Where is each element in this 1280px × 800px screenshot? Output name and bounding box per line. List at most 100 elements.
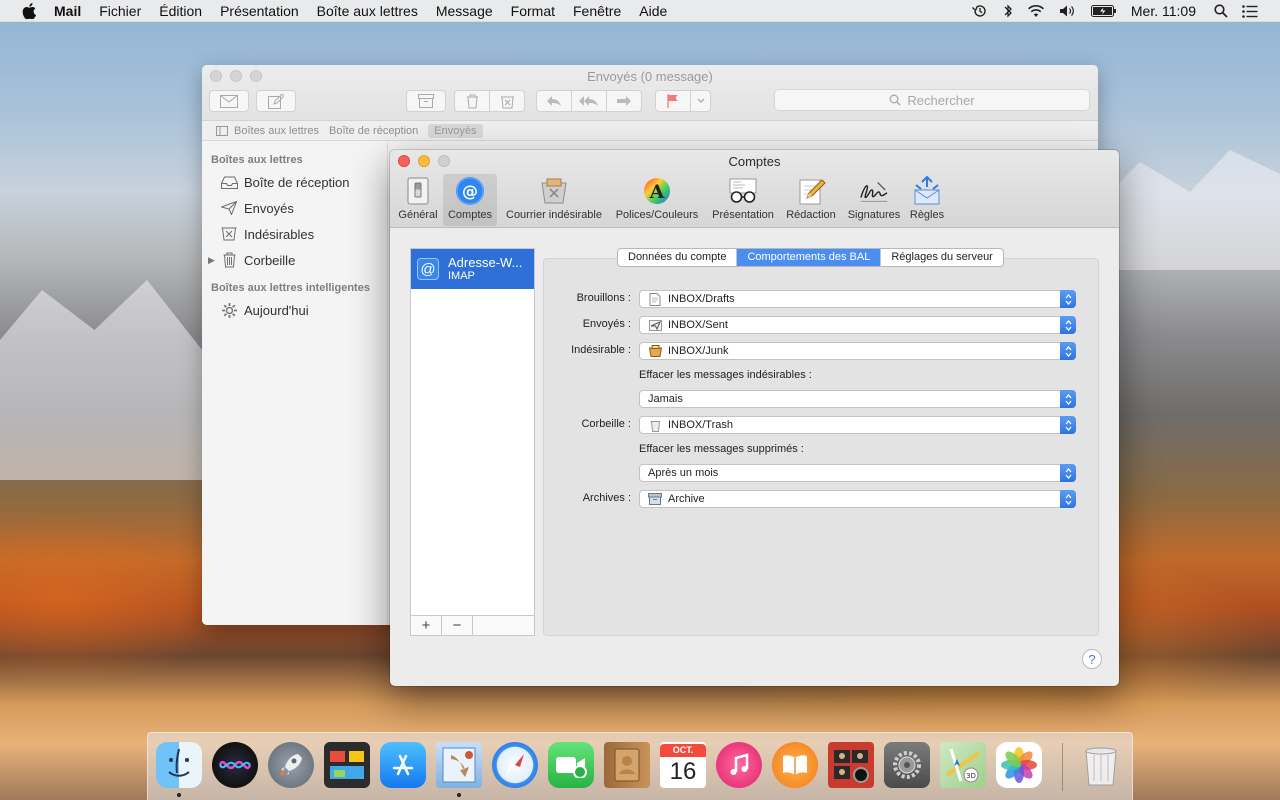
mountain-snow-left [0, 280, 210, 480]
tab-mailbox-behaviors[interactable]: Comportements des BAL [737, 249, 882, 266]
trash-erase-popup[interactable]: Après un mois [639, 464, 1076, 482]
menu-fenetre[interactable]: Fenêtre [573, 3, 621, 19]
add-account-button[interactable]: + [411, 616, 442, 635]
svg-text:@: @ [462, 182, 478, 201]
battery-icon[interactable] [1090, 5, 1117, 17]
popup-arrows-icon [1060, 390, 1076, 408]
facetime-icon[interactable] [548, 742, 594, 788]
archive-box-icon [418, 94, 434, 108]
fav-mailboxes[interactable]: Boîtes aux lettres [234, 125, 319, 137]
tab-server-settings[interactable]: Réglages du serveur [881, 249, 1003, 266]
gear-icon [220, 301, 238, 319]
mail-search-field[interactable]: Rechercher [774, 89, 1090, 111]
delete-button[interactable] [454, 90, 490, 112]
menu-presentation[interactable]: Présentation [220, 3, 299, 19]
contacts-icon[interactable] [604, 742, 650, 788]
account-type: IMAP [448, 270, 475, 282]
finder-icon[interactable] [156, 742, 202, 788]
mail-running-indicator [457, 793, 461, 797]
menubar-clock[interactable]: Mer. 11:09 [1131, 3, 1196, 19]
junk-basket-icon [648, 345, 662, 358]
drafts-row: Brouillons : INBOX/Drafts [543, 290, 1099, 310]
paper-plane-icon [220, 199, 238, 217]
tab-rules[interactable]: Règles [906, 174, 948, 226]
volume-icon[interactable] [1059, 4, 1077, 18]
preferences-window: Comptes Général @ Comptes Courrier indés… [390, 150, 1119, 686]
tab-signatures[interactable]: Signatures [844, 174, 904, 226]
tab-rules-label: Règles [909, 209, 945, 221]
drafts-popup[interactable]: INBOX/Drafts [639, 290, 1076, 308]
chevron-down-icon [697, 98, 704, 103]
archive-popup[interactable]: Archive [639, 490, 1076, 508]
compose-button[interactable] [256, 90, 296, 112]
menu-edition[interactable]: Édition [159, 3, 202, 19]
menu-aide[interactable]: Aide [639, 3, 667, 19]
calendar-day: 16 [669, 757, 697, 785]
sidebar-item-junk[interactable]: Indésirables [202, 221, 387, 247]
system-preferences-icon[interactable] [884, 742, 930, 788]
sidebar-item-trash[interactable]: ▶ Corbeille [202, 247, 387, 273]
sidebar-item-inbox[interactable]: Boîte de réception [202, 169, 387, 195]
app-store-icon[interactable] [380, 742, 426, 788]
remove-account-button[interactable]: − [442, 616, 473, 635]
help-button[interactable]: ? [1082, 649, 1102, 669]
junk-button[interactable] [489, 90, 525, 112]
mission-control-icon[interactable] [324, 742, 370, 788]
safari-icon[interactable] [492, 742, 538, 788]
junk-popup[interactable]: INBOX/Junk [639, 342, 1076, 360]
tab-junk-mail[interactable]: Courrier indésirable [499, 174, 609, 226]
pencil-paper-icon [796, 176, 826, 206]
archive-button[interactable] [406, 90, 446, 112]
dock: OCT. 16 3D [147, 732, 1133, 800]
archive-label: Archives : [582, 492, 631, 504]
tab-composing[interactable]: Rédaction [782, 174, 840, 226]
finder-running-indicator [177, 793, 181, 797]
sidebar-item-label: Envoyés [244, 200, 294, 216]
tab-viewing[interactable]: Présentation [706, 174, 780, 226]
search-icon [889, 94, 901, 106]
get-mail-button[interactable] [209, 90, 249, 112]
ibooks-icon[interactable] [772, 742, 818, 788]
trash-dock-icon[interactable] [1078, 742, 1124, 788]
account-row-selected[interactable]: @ Adresse-W... IMAP [411, 249, 534, 289]
sent-popup[interactable]: INBOX/Sent [639, 316, 1076, 334]
menu-boite-aux-lettres[interactable]: Boîte aux lettres [317, 3, 418, 19]
tab-fonts-colors[interactable]: A Polices/Couleurs [611, 174, 703, 226]
photo-booth-icon[interactable] [828, 742, 874, 788]
menu-format[interactable]: Format [511, 3, 555, 19]
sidebar-item-sent[interactable]: Envoyés [202, 195, 387, 221]
fav-inbox[interactable]: Boîte de réception [329, 125, 418, 137]
calendar-icon[interactable]: OCT. 16 [660, 742, 706, 788]
compose-icon [268, 93, 284, 109]
reply-button[interactable] [536, 90, 572, 112]
flag-icon [667, 94, 678, 108]
apple-menu-icon[interactable] [20, 0, 38, 22]
tab-general[interactable]: Général [396, 174, 440, 226]
tab-accounts[interactable]: @ Comptes [443, 174, 497, 226]
wifi-icon[interactable] [1027, 4, 1045, 18]
menu-app-name[interactable]: Mail [54, 3, 81, 19]
flag-button[interactable] [655, 90, 691, 112]
launchpad-icon[interactable] [268, 742, 314, 788]
forward-button[interactable] [606, 90, 642, 112]
junk-erase-popup[interactable]: Jamais [639, 390, 1076, 408]
disclosure-triangle-icon[interactable]: ▶ [208, 255, 215, 266]
notification-center-icon[interactable] [1242, 4, 1258, 18]
mail-app-icon[interactable] [436, 742, 482, 788]
spotlight-icon[interactable] [1214, 4, 1228, 18]
time-machine-icon[interactable] [971, 3, 989, 19]
reply-all-button[interactable] [571, 90, 607, 112]
maps-icon[interactable]: 3D [940, 742, 986, 788]
tab-account-info[interactable]: Données du compte [618, 249, 738, 266]
menu-fichier[interactable]: Fichier [99, 3, 141, 19]
fav-sent[interactable]: Envoyés [428, 123, 483, 138]
itunes-icon[interactable] [716, 742, 762, 788]
flag-menu-button[interactable] [690, 90, 711, 112]
siri-icon[interactable] [212, 742, 258, 788]
menu-message[interactable]: Message [436, 3, 493, 19]
sidebar-item-today[interactable]: Aujourd'hui [202, 297, 387, 323]
trash-popup[interactable]: INBOX/Trash [639, 416, 1076, 434]
photos-icon[interactable] [996, 742, 1042, 788]
tab-signatures-label: Signatures [847, 209, 901, 221]
bluetooth-icon[interactable] [1003, 3, 1013, 19]
